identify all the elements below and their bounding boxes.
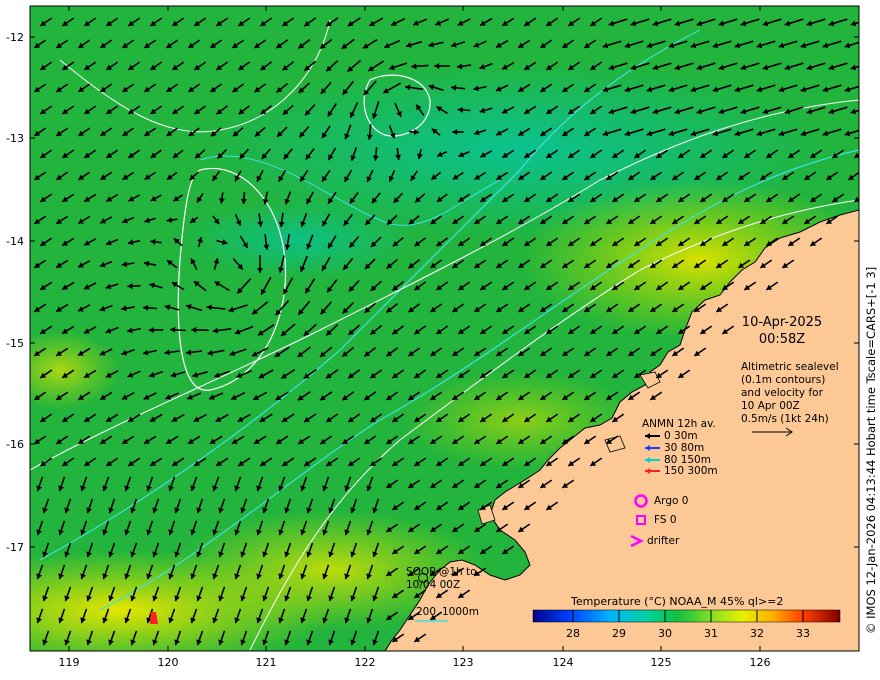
lon-tick-label: 120 (157, 656, 179, 669)
lat-tick-label: -15 (6, 337, 24, 350)
lon-tick-label: 121 (255, 656, 277, 669)
lat-tick-label: -14 (6, 235, 24, 248)
anmn-legend-label: 0 30m (664, 430, 698, 442)
lat-tick-label: -13 (6, 132, 24, 145)
soop-label: SOOP @1h to (406, 566, 477, 578)
lon-tick-label: 125 (650, 656, 672, 669)
cool-patch (180, 200, 420, 280)
info-line: 0.5m/s (1kt 24h) (741, 413, 829, 425)
anmn-legend-label: 30 80m (664, 442, 705, 454)
anmn-legend-title: ANMN 12h av. (642, 418, 716, 430)
depth-legend-shallow: 200 (416, 606, 437, 618)
colorbar-label: 30 (658, 627, 672, 640)
info-line: 10 Apr 00Z (741, 400, 800, 412)
lon-tick-label: 124 (552, 656, 574, 669)
anmn-legend-label: 150 300m (664, 465, 718, 477)
map-date: 10-Apr-2025 (741, 315, 823, 330)
fs-label: FS 0 (654, 514, 677, 526)
depth-legend-deep: 1000m (442, 606, 479, 618)
colorbar-label: 33 (796, 627, 810, 640)
colorbar (532, 609, 841, 623)
drifter-label: drifter (647, 535, 680, 547)
soop-label: 10/04 00Z (406, 579, 461, 591)
lat-tick-label: -12 (6, 31, 24, 44)
colorbar-label: 32 (750, 627, 764, 640)
colorbar-label: 28 (566, 627, 580, 640)
lon-tick-label: 126 (749, 656, 771, 669)
colorbar-title: Temperature (°C) NOAA_M 45% ql>=2 (571, 595, 784, 608)
lon-tick-label: 122 (354, 656, 376, 669)
lon-tick-label: 123 (452, 656, 474, 669)
colorbar-label: 31 (704, 627, 718, 640)
argo-label: Argo 0 (654, 495, 689, 507)
info-line: (0.1m contours) (741, 374, 826, 386)
map-time: 00:58Z (758, 332, 806, 347)
lon-tick-label: 119 (58, 656, 80, 669)
colorbar-label: 29 (612, 627, 626, 640)
credit-text: © IMOS 12-Jan-2026 04:13:44 Hobart time … (864, 267, 878, 634)
info-line: Altimetric sealevel (741, 361, 839, 373)
info-line: and velocity for (741, 387, 823, 399)
credit-strip: © IMOS 12-Jan-2026 04:13:44 Hobart time … (864, 267, 878, 634)
lat-tick-label: -17 (6, 541, 24, 554)
lat-tick-label: -16 (6, 438, 24, 451)
